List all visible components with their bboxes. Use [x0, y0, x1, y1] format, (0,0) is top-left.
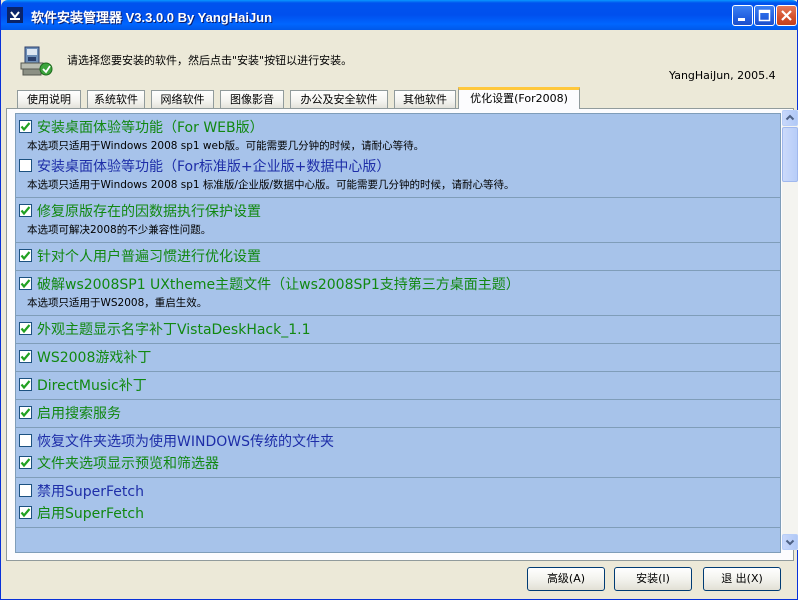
- tab-usage[interactable]: 使用说明: [17, 90, 81, 108]
- option-item[interactable]: 外观主题显示名字补丁VistaDeskHack_1.1: [16, 318, 780, 340]
- scroll-thumb[interactable]: [782, 127, 798, 182]
- checkmark-icon: [20, 251, 31, 261]
- checkbox-checked[interactable]: [19, 249, 32, 262]
- checkbox-checked[interactable]: [19, 406, 32, 419]
- option-group: 修复原版存在的因数据执行保护设置本选项可解决2008的不少兼容性问题。: [16, 198, 780, 243]
- tab-office-security[interactable]: 办公及安全软件: [290, 90, 388, 108]
- checkmark-icon: [20, 408, 31, 418]
- option-label[interactable]: 恢复文件夹选项为使用WINDOWS传统的文件夹: [37, 431, 334, 451]
- checkmark-icon: [20, 279, 31, 289]
- option-group: 启用搜索服务: [16, 400, 780, 428]
- window-title: 软件安装管理器 V3.3.0.0 By YangHaiJun: [31, 10, 273, 25]
- scroll-down-button[interactable]: [782, 534, 798, 550]
- vertical-scrollbar[interactable]: [782, 110, 798, 550]
- tab-image-media[interactable]: 图像影音: [220, 90, 284, 108]
- tab-network-software[interactable]: 网络软件: [151, 90, 214, 108]
- checkmark-icon: [20, 380, 31, 390]
- option-item[interactable]: 针对个人用户普遍习惯进行优化设置: [16, 245, 780, 267]
- option-description: 本选项可解决2008的不少兼容性问题。: [27, 224, 212, 236]
- option-item[interactable]: 安装桌面体验等功能（For标准版+企业版+数据中心版）: [16, 155, 780, 177]
- checkbox-checked[interactable]: [19, 378, 32, 391]
- checkbox-checked[interactable]: [19, 506, 32, 519]
- option-item[interactable]: 修复原版存在的因数据执行保护设置: [16, 200, 780, 222]
- option-description: 本选项只适用于WS2008，重启生效。: [27, 297, 208, 309]
- chevron-up-icon: [785, 114, 795, 121]
- app-window: 软件安装管理器 V3.3.0.0 By YangHaiJun 请选择您要安装的软…: [0, 0, 798, 600]
- option-item[interactable]: 启用SuperFetch: [16, 502, 780, 524]
- option-label[interactable]: DirectMusic补丁: [37, 375, 147, 395]
- scroll-up-button[interactable]: [782, 110, 798, 126]
- option-label[interactable]: 启用SuperFetch: [37, 503, 144, 523]
- option-group: 安装桌面体验等功能（For WEB版） 本选项只适用于Windows 2008 s…: [16, 114, 780, 198]
- option-label[interactable]: WS2008游戏补丁: [37, 347, 151, 367]
- option-group: DirectMusic补丁: [16, 372, 780, 400]
- option-group: 恢复文件夹选项为使用WINDOWS传统的文件夹 文件夹选项显示预览和筛选器: [16, 428, 780, 478]
- checkmark-icon: [20, 324, 31, 334]
- option-item[interactable]: 文件夹选项显示预览和筛选器: [16, 452, 780, 474]
- option-item[interactable]: 安装桌面体验等功能（For WEB版）: [16, 116, 780, 138]
- option-label[interactable]: 针对个人用户普遍习惯进行优化设置: [37, 246, 261, 266]
- option-item[interactable]: 禁用SuperFetch: [16, 480, 780, 502]
- checkbox-unchecked[interactable]: [19, 159, 32, 172]
- checkmark-icon: [20, 508, 31, 518]
- author-label: YangHaiJun, 2005.4: [669, 69, 776, 82]
- instruction-text: 请选择您要安装的软件，然后点击"安装"按钮以进行安装。: [67, 54, 353, 67]
- option-group: 破解ws2008SP1 UXtheme主题文件（让ws2008SP1支持第三方桌…: [16, 271, 780, 316]
- install-button[interactable]: 安装(I): [614, 567, 692, 591]
- tab-system-software[interactable]: 系统软件: [87, 90, 145, 108]
- option-description: 本选项只适用于Windows 2008 sp1 web版。可能需要几分钟的时候，…: [27, 140, 425, 152]
- checkbox-checked[interactable]: [19, 120, 32, 133]
- option-group: 针对个人用户普遍习惯进行优化设置: [16, 243, 780, 271]
- option-label[interactable]: 安装桌面体验等功能（For标准版+企业版+数据中心版）: [37, 156, 390, 176]
- option-item[interactable]: 启用搜索服务: [16, 402, 780, 424]
- close-button[interactable]: [776, 5, 797, 26]
- minimize-button[interactable]: [732, 5, 753, 26]
- title-bar[interactable]: 软件安装管理器 V3.3.0.0 By YangHaiJun: [1, 0, 798, 30]
- option-label[interactable]: 安装桌面体验等功能（For WEB版）: [37, 117, 264, 137]
- option-item[interactable]: 恢复文件夹选项为使用WINDOWS传统的文件夹: [16, 430, 780, 452]
- option-item[interactable]: DirectMusic补丁: [16, 374, 780, 396]
- option-item[interactable]: 破解ws2008SP1 UXtheme主题文件（让ws2008SP1支持第三方桌…: [16, 273, 780, 295]
- option-item[interactable]: WS2008游戏补丁: [16, 346, 780, 368]
- option-label[interactable]: 启用搜索服务: [37, 403, 121, 423]
- option-label[interactable]: 修复原版存在的因数据执行保护设置: [37, 201, 261, 221]
- option-label[interactable]: 文件夹选项显示预览和筛选器: [37, 453, 219, 473]
- option-group: 外观主题显示名字补丁VistaDeskHack_1.1: [16, 316, 780, 344]
- option-label[interactable]: 外观主题显示名字补丁VistaDeskHack_1.1: [37, 319, 311, 339]
- option-description: 本选项只适用于Windows 2008 sp1 标准版/企业版/数据中心版。可能…: [27, 179, 515, 191]
- option-group: WS2008游戏补丁: [16, 344, 780, 372]
- option-label[interactable]: 破解ws2008SP1 UXtheme主题文件（让ws2008SP1支持第三方桌…: [37, 274, 520, 294]
- maximize-button[interactable]: [754, 5, 775, 26]
- checkbox-checked[interactable]: [19, 322, 32, 335]
- option-group: 禁用SuperFetch 启用SuperFetch: [16, 478, 780, 528]
- window-menu-icon[interactable]: [7, 7, 23, 23]
- checkbox-checked[interactable]: [19, 204, 32, 217]
- tab-content-panel: 安装桌面体验等功能（For WEB版） 本选项只适用于Windows 2008 s…: [6, 108, 798, 561]
- checkmark-icon: [20, 352, 31, 362]
- option-label[interactable]: 禁用SuperFetch: [37, 481, 144, 501]
- checkmark-icon: [20, 458, 31, 468]
- checkbox-checked[interactable]: [19, 456, 32, 469]
- checkbox-checked[interactable]: [19, 277, 32, 290]
- checkbox-unchecked[interactable]: [19, 484, 32, 497]
- exit-button[interactable]: 退 出(X): [703, 567, 781, 591]
- advanced-button[interactable]: 高级(A): [527, 567, 605, 591]
- tab-other-software[interactable]: 其他软件: [394, 90, 456, 108]
- installer-icon: [19, 45, 55, 77]
- checkmark-icon: [20, 206, 31, 216]
- tab-optimize-settings[interactable]: 优化设置(For2008): [458, 87, 580, 109]
- options-list: 安装桌面体验等功能（For WEB版） 本选项只适用于Windows 2008 s…: [15, 113, 781, 553]
- checkbox-checked[interactable]: [19, 350, 32, 363]
- chevron-down-icon: [785, 539, 795, 546]
- checkbox-unchecked[interactable]: [19, 434, 32, 447]
- checkmark-icon: [20, 122, 31, 132]
